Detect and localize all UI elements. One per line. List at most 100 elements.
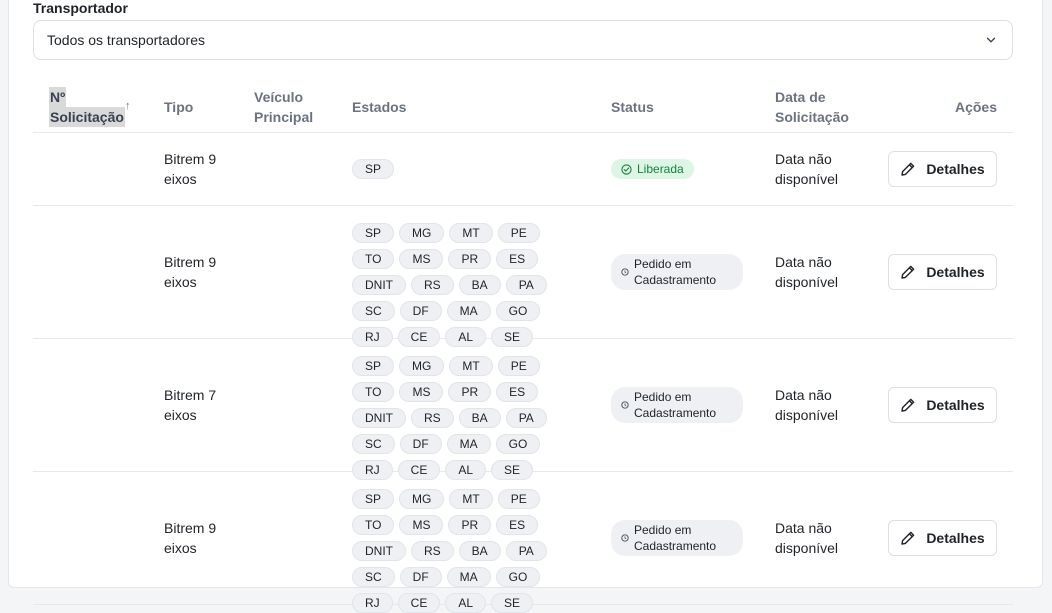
state-chip: SP [352,356,395,376]
header-estados: Estados [352,99,407,115]
state-chip: PE [497,356,540,376]
state-chip: PE [497,223,540,243]
state-chip: DNIT [352,408,406,428]
cell-estados: SP MG MT PE TO MS PR ES DNIT RS BA PA SC DF MA GO RJ CE AL… [352,223,582,347]
state-chip: MA [446,567,491,587]
transportador-select-value: Todos os transportadores [47,32,205,48]
state-chip: SP [352,489,395,509]
header-tipo: Tipo [164,99,194,115]
state-chip: MT [449,223,493,243]
state-chip: MS [399,515,444,535]
cell-data-solicitacao: Data não disponível [775,151,839,187]
details-button[interactable]: Detalhes [888,151,997,187]
status-text: Pedido em Cadastramento [634,523,717,553]
status-badge: Pedido em Cadastramento [611,520,743,556]
state-chip: DNIT [352,275,406,295]
clock-icon [621,401,629,409]
pencil-icon [901,162,915,176]
clock-icon [621,268,629,276]
details-button-label: Detalhes [926,530,985,546]
state-chip: TO [352,382,395,402]
state-chip: PA [505,408,547,428]
state-chip: MS [399,249,444,269]
state-chip: BA [458,408,501,428]
details-button[interactable]: Detalhes [888,254,997,290]
details-button-label: Detalhes [926,264,985,280]
state-chip: RS [411,275,454,295]
state-chip: RS [411,408,454,428]
state-chip: RS [411,541,454,561]
table-row: Bitrem 9 eixos SP MG MT PE TO MS PR ES DNIT RS BA PA… [33,206,1013,347]
state-chip: BA [458,275,501,295]
state-chip: PA [505,275,547,295]
state-chip: ES [496,249,539,269]
state-chip: MA [446,434,491,454]
state-chip: MT [449,356,493,376]
state-chip: DF [399,301,442,321]
state-chip: MA [446,301,491,321]
status-badge: Liberada [611,159,694,179]
header-status: Status [611,99,654,115]
header-numero-solicitacao[interactable]: Nº Solicitação [49,82,125,132]
cell-data-solicitacao: Data não disponível [775,387,839,423]
state-chip: PA [505,541,547,561]
state-chip: SE [491,593,534,613]
state-chip: CE [397,593,441,613]
state-chip: SP [352,159,395,179]
state-chip: PR [448,515,492,535]
cell-tipo: Bitrem 7 eixos [164,387,217,423]
state-chip: MG [399,356,445,376]
chevron-down-icon [986,37,996,43]
state-chip: AL [445,593,487,613]
state-chip: GO [495,567,541,587]
details-button-label: Detalhes [926,161,985,177]
state-chip: MG [399,223,445,243]
state-chip: MS [399,382,444,402]
state-chip: BA [458,541,501,561]
state-chip: ES [496,382,539,402]
table-row: Bitrem 7 eixos SP MG MT PE TO MS PR ES DNIT RS BA PA… [33,339,1013,480]
state-chip: DNIT [352,541,406,561]
pencil-icon [901,398,915,412]
state-chip: SC [352,301,395,321]
cell-tipo: Bitrem 9 eixos [164,520,217,556]
cell-data-solicitacao: Data não disponível [775,254,839,290]
state-chip: GO [495,301,541,321]
status-text: Pedido em Cadastramento [634,390,717,420]
status-text: Liberada [637,162,684,176]
state-chip: PE [497,489,540,509]
state-chip: TO [352,249,395,269]
state-chip: SC [352,567,395,587]
state-chip: PR [448,382,492,402]
transportador-label: Transportador [33,0,128,16]
transportador-select[interactable]: Todos os transportadores [33,20,1013,60]
check-circle-icon [621,163,632,175]
clock-icon [621,534,629,542]
state-chip: MG [399,489,445,509]
state-chip: RJ [352,593,393,613]
header-veiculo-principal: Veículo Principal [254,89,314,125]
state-chip: TO [352,515,395,535]
state-chip: DF [399,567,442,587]
state-chip: MT [449,489,493,509]
state-chip: DF [399,434,442,454]
state-chip: SC [352,434,395,454]
details-button-label: Detalhes [926,397,985,413]
sort-ascending-icon[interactable]: ↑ [125,100,131,112]
state-chip: ES [496,515,539,535]
cell-tipo: Bitrem 9 eixos [164,151,217,187]
details-button[interactable]: Detalhes [888,387,997,423]
table-row: Bitrem 9 eixos SP MG MT PE TO MS PR ES DNIT RS BA PA… [33,472,1013,613]
cell-estados: SP MG MT PE TO MS PR ES DNIT RS BA PA SC DF MA GO RJ CE AL… [352,489,582,613]
status-badge: Pedido em Cadastramento [611,254,743,290]
status-badge: Pedido em Cadastramento [611,387,743,423]
cell-estados: SP [352,159,582,179]
pencil-icon [901,531,915,545]
pencil-icon [901,265,915,279]
cell-estados: SP MG MT PE TO MS PR ES DNIT RS BA PA SC DF MA GO RJ CE AL… [352,356,582,480]
cell-tipo: Bitrem 9 eixos [164,254,217,290]
header-acoes: Ações [954,99,997,115]
header-data-solicitacao: Data de Solicitação [775,89,849,125]
table-row: Bitrem 9 eixos SP Liberada Data não disponí… [33,133,1013,206]
details-button[interactable]: Detalhes [888,520,997,556]
